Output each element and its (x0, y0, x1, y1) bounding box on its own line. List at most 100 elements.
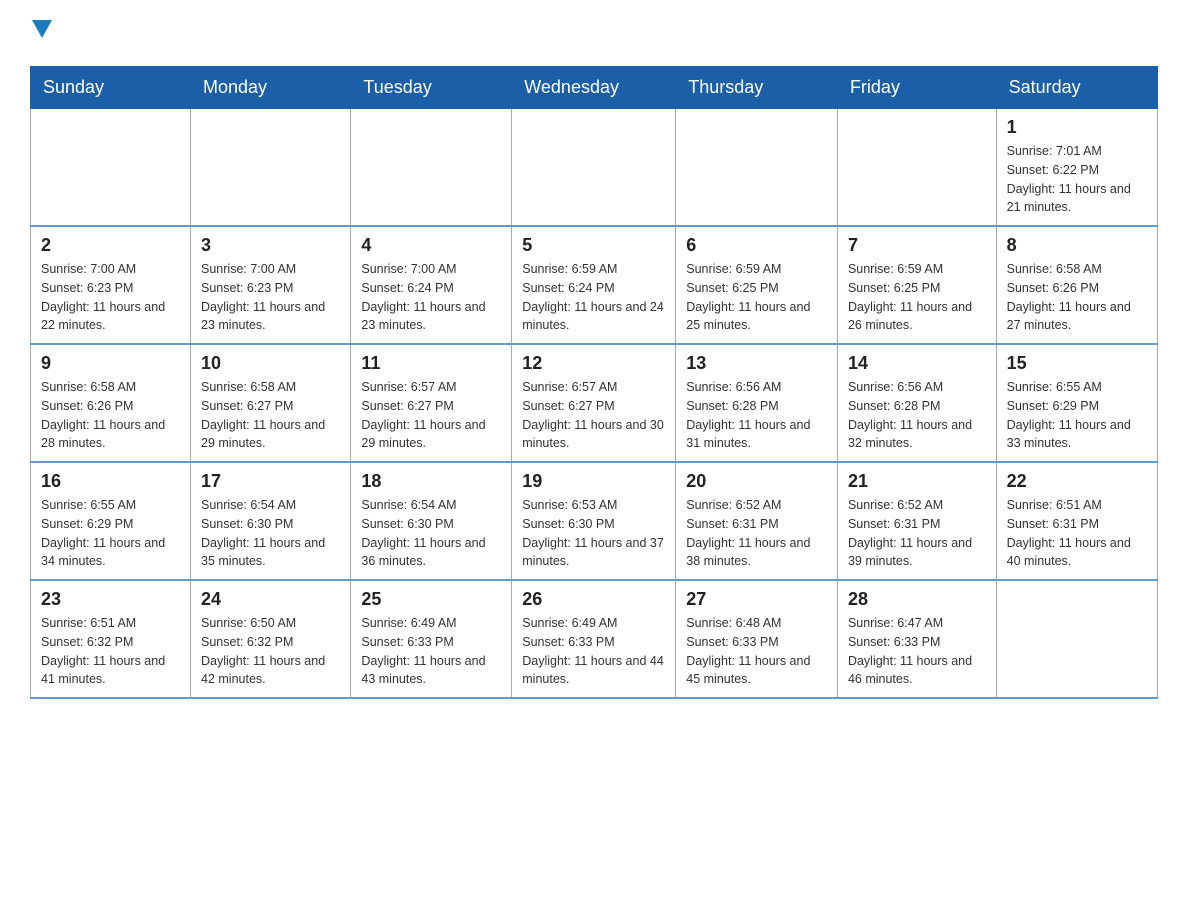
day-info: Sunrise: 6:58 AMSunset: 6:26 PMDaylight:… (1007, 260, 1147, 335)
day-number: 9 (41, 353, 180, 374)
calendar-day-cell: 13 Sunrise: 6:56 AMSunset: 6:28 PMDayligh… (676, 344, 838, 462)
day-number: 16 (41, 471, 180, 492)
day-info: Sunrise: 6:49 AMSunset: 6:33 PMDaylight:… (522, 614, 665, 689)
day-of-week-header: Friday (837, 67, 996, 109)
day-info: Sunrise: 7:00 AMSunset: 6:24 PMDaylight:… (361, 260, 501, 335)
calendar-day-cell: 20 Sunrise: 6:52 AMSunset: 6:31 PMDayligh… (676, 462, 838, 580)
day-number: 12 (522, 353, 665, 374)
day-info: Sunrise: 6:57 AMSunset: 6:27 PMDaylight:… (361, 378, 501, 453)
day-number: 7 (848, 235, 986, 256)
day-info: Sunrise: 6:48 AMSunset: 6:33 PMDaylight:… (686, 614, 827, 689)
day-number: 17 (201, 471, 340, 492)
day-info: Sunrise: 6:50 AMSunset: 6:32 PMDaylight:… (201, 614, 340, 689)
calendar-day-cell: 14 Sunrise: 6:56 AMSunset: 6:28 PMDayligh… (837, 344, 996, 462)
calendar-day-cell: 4 Sunrise: 7:00 AMSunset: 6:24 PMDaylight… (351, 226, 512, 344)
calendar-day-cell (351, 109, 512, 227)
day-number: 1 (1007, 117, 1147, 138)
day-number: 21 (848, 471, 986, 492)
day-number: 26 (522, 589, 665, 610)
calendar-day-cell (512, 109, 676, 227)
calendar-day-cell: 8 Sunrise: 6:58 AMSunset: 6:26 PMDaylight… (996, 226, 1157, 344)
calendar-day-cell (191, 109, 351, 227)
day-number: 19 (522, 471, 665, 492)
day-info: Sunrise: 6:55 AMSunset: 6:29 PMDaylight:… (41, 496, 180, 571)
calendar-day-cell: 24 Sunrise: 6:50 AMSunset: 6:32 PMDayligh… (191, 580, 351, 698)
day-info: Sunrise: 7:01 AMSunset: 6:22 PMDaylight:… (1007, 142, 1147, 217)
day-number: 18 (361, 471, 501, 492)
logo (30, 20, 52, 46)
logo-triangle-icon (32, 20, 52, 38)
day-info: Sunrise: 6:54 AMSunset: 6:30 PMDaylight:… (361, 496, 501, 571)
calendar-day-cell: 2Sunrise: 7:00 AMSunset: 6:23 PMDaylight… (31, 226, 191, 344)
day-number: 6 (686, 235, 827, 256)
calendar-day-cell: 26 Sunrise: 6:49 AMSunset: 6:33 PMDayligh… (512, 580, 676, 698)
day-info: Sunrise: 6:59 AMSunset: 6:25 PMDaylight:… (848, 260, 986, 335)
day-number: 10 (201, 353, 340, 374)
day-of-week-header: Wednesday (512, 67, 676, 109)
day-number: 28 (848, 589, 986, 610)
calendar-day-cell: 11 Sunrise: 6:57 AMSunset: 6:27 PMDayligh… (351, 344, 512, 462)
calendar-day-cell: 27 Sunrise: 6:48 AMSunset: 6:33 PMDayligh… (676, 580, 838, 698)
day-info: Sunrise: 6:51 AMSunset: 6:31 PMDaylight:… (1007, 496, 1147, 571)
day-number: 25 (361, 589, 501, 610)
calendar-day-cell (31, 109, 191, 227)
day-number: 14 (848, 353, 986, 374)
calendar-day-cell: 17 Sunrise: 6:54 AMSunset: 6:30 PMDayligh… (191, 462, 351, 580)
day-info: Sunrise: 6:59 AMSunset: 6:25 PMDaylight:… (686, 260, 827, 335)
calendar-day-cell: 16 Sunrise: 6:55 AMSunset: 6:29 PMDayligh… (31, 462, 191, 580)
day-number: 15 (1007, 353, 1147, 374)
calendar-day-cell: 12 Sunrise: 6:57 AMSunset: 6:27 PMDayligh… (512, 344, 676, 462)
calendar-day-cell: 10 Sunrise: 6:58 AMSunset: 6:27 PMDayligh… (191, 344, 351, 462)
calendar-day-cell: 22 Sunrise: 6:51 AMSunset: 6:31 PMDayligh… (996, 462, 1157, 580)
day-info: Sunrise: 6:59 AMSunset: 6:24 PMDaylight:… (522, 260, 665, 335)
calendar-day-cell: 9 Sunrise: 6:58 AMSunset: 6:26 PMDaylight… (31, 344, 191, 462)
calendar-day-cell: 18 Sunrise: 6:54 AMSunset: 6:30 PMDayligh… (351, 462, 512, 580)
calendar-week-row: 1 Sunrise: 7:01 AMSunset: 6:22 PMDaylight… (31, 109, 1158, 227)
day-of-week-header: Saturday (996, 67, 1157, 109)
calendar-header: SundayMondayTuesdayWednesdayThursdayFrid… (31, 67, 1158, 109)
day-of-week-header: Tuesday (351, 67, 512, 109)
day-info: Sunrise: 6:51 AMSunset: 6:32 PMDaylight:… (41, 614, 180, 689)
day-info: Sunrise: 6:49 AMSunset: 6:33 PMDaylight:… (361, 614, 501, 689)
calendar-day-cell: 7 Sunrise: 6:59 AMSunset: 6:25 PMDaylight… (837, 226, 996, 344)
calendar-day-cell: 1 Sunrise: 7:01 AMSunset: 6:22 PMDaylight… (996, 109, 1157, 227)
calendar-week-row: 16 Sunrise: 6:55 AMSunset: 6:29 PMDayligh… (31, 462, 1158, 580)
day-number: 20 (686, 471, 827, 492)
calendar-day-cell: 28 Sunrise: 6:47 AMSunset: 6:33 PMDayligh… (837, 580, 996, 698)
calendar-day-cell: 19Sunrise: 6:53 AMSunset: 6:30 PMDayligh… (512, 462, 676, 580)
day-info: Sunrise: 7:00 AMSunset: 6:23 PMDaylight:… (201, 260, 340, 335)
day-info: Sunrise: 6:57 AMSunset: 6:27 PMDaylight:… (522, 378, 665, 453)
calendar-body: 1 Sunrise: 7:01 AMSunset: 6:22 PMDaylight… (31, 109, 1158, 699)
calendar-week-row: 9 Sunrise: 6:58 AMSunset: 6:26 PMDaylight… (31, 344, 1158, 462)
calendar-day-cell: 21Sunrise: 6:52 AMSunset: 6:31 PMDayligh… (837, 462, 996, 580)
calendar-day-cell: 25 Sunrise: 6:49 AMSunset: 6:33 PMDayligh… (351, 580, 512, 698)
calendar-week-row: 23Sunrise: 6:51 AMSunset: 6:32 PMDayligh… (31, 580, 1158, 698)
day-of-week-header: Thursday (676, 67, 838, 109)
day-info: Sunrise: 6:55 AMSunset: 6:29 PMDaylight:… (1007, 378, 1147, 453)
calendar-day-cell: 5Sunrise: 6:59 AMSunset: 6:24 PMDaylight… (512, 226, 676, 344)
day-number: 8 (1007, 235, 1147, 256)
day-info: Sunrise: 6:54 AMSunset: 6:30 PMDaylight:… (201, 496, 340, 571)
day-info: Sunrise: 7:00 AMSunset: 6:23 PMDaylight:… (41, 260, 180, 335)
day-info: Sunrise: 6:52 AMSunset: 6:31 PMDaylight:… (686, 496, 827, 571)
day-info: Sunrise: 6:58 AMSunset: 6:26 PMDaylight:… (41, 378, 180, 453)
day-info: Sunrise: 6:56 AMSunset: 6:28 PMDaylight:… (686, 378, 827, 453)
day-of-week-header: Sunday (31, 67, 191, 109)
day-of-week-header: Monday (191, 67, 351, 109)
day-number: 13 (686, 353, 827, 374)
calendar-day-cell (676, 109, 838, 227)
calendar-day-cell (996, 580, 1157, 698)
calendar-day-cell: 6 Sunrise: 6:59 AMSunset: 6:25 PMDaylight… (676, 226, 838, 344)
day-info: Sunrise: 6:58 AMSunset: 6:27 PMDaylight:… (201, 378, 340, 453)
day-info: Sunrise: 6:47 AMSunset: 6:33 PMDaylight:… (848, 614, 986, 689)
day-number: 3 (201, 235, 340, 256)
header-row: SundayMondayTuesdayWednesdayThursdayFrid… (31, 67, 1158, 109)
day-number: 22 (1007, 471, 1147, 492)
day-number: 27 (686, 589, 827, 610)
day-number: 24 (201, 589, 340, 610)
calendar-day-cell (837, 109, 996, 227)
calendar-week-row: 2Sunrise: 7:00 AMSunset: 6:23 PMDaylight… (31, 226, 1158, 344)
day-number: 11 (361, 353, 501, 374)
day-number: 4 (361, 235, 501, 256)
day-info: Sunrise: 6:56 AMSunset: 6:28 PMDaylight:… (848, 378, 986, 453)
